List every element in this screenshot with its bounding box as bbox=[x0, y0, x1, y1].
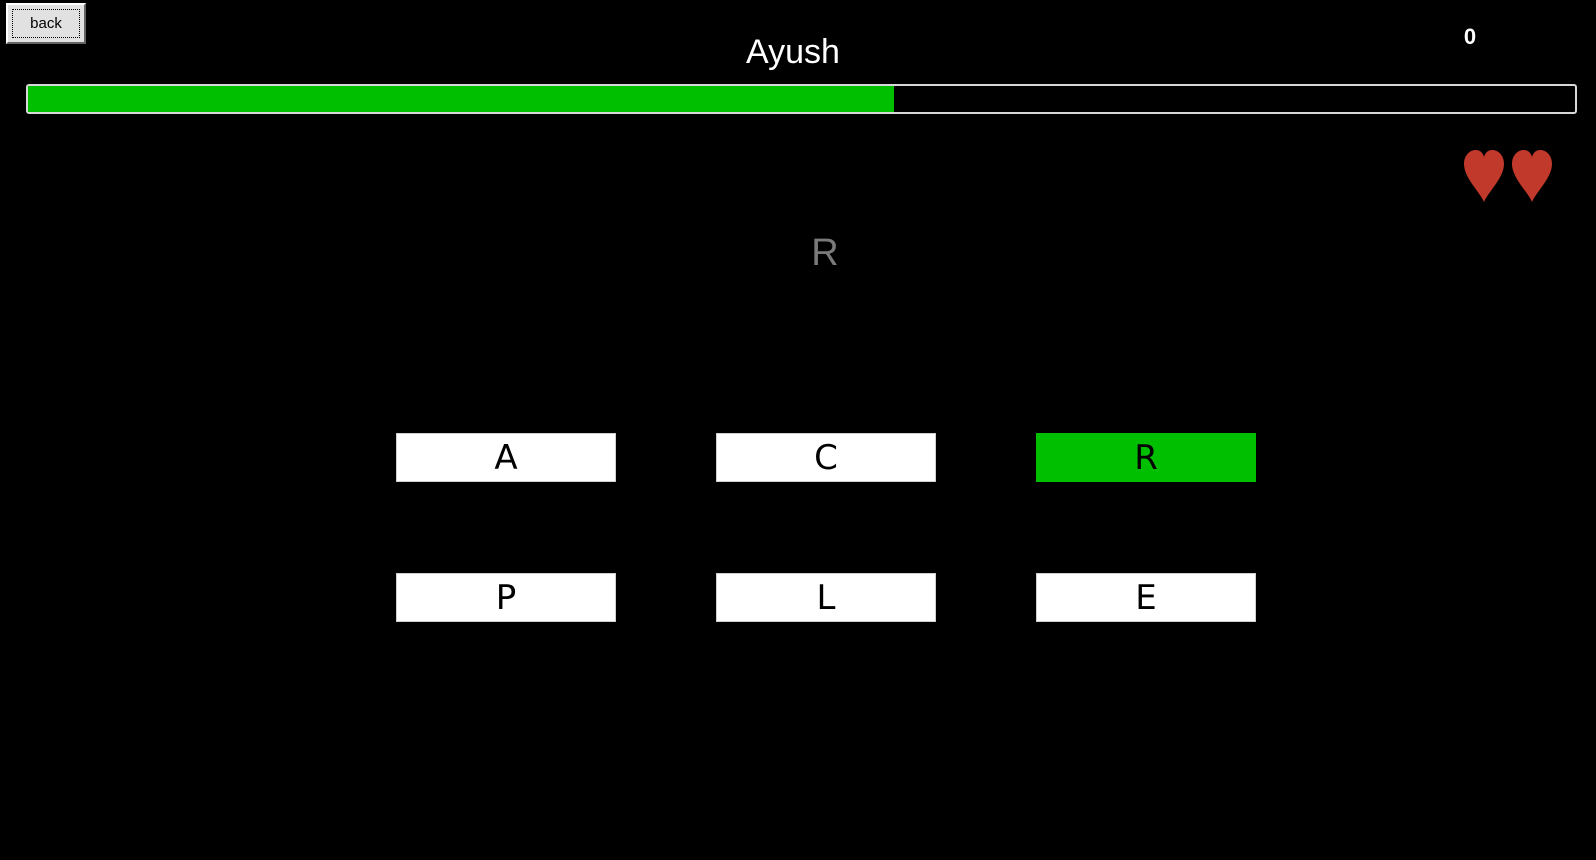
choice-button-c[interactable]: C bbox=[716, 433, 936, 482]
back-button[interactable]: back bbox=[6, 3, 86, 44]
lives-indicator bbox=[1462, 148, 1554, 204]
target-letter: R bbox=[811, 232, 839, 274]
choice-button-a[interactable]: A bbox=[396, 433, 616, 482]
progress-bar bbox=[26, 84, 1577, 114]
score-display: 0 bbox=[1463, 24, 1477, 49]
choice-button-r[interactable]: R bbox=[1036, 433, 1256, 482]
heart-icon bbox=[1464, 150, 1504, 202]
progress-fill bbox=[28, 86, 895, 112]
choice-button-l[interactable]: L bbox=[716, 573, 936, 622]
choice-button-e[interactable]: E bbox=[1036, 573, 1256, 622]
choice-button-p[interactable]: P bbox=[396, 573, 616, 622]
player-name: Ayush bbox=[746, 33, 840, 71]
heart-icon bbox=[1512, 150, 1552, 202]
back-button-label: back bbox=[30, 15, 62, 32]
